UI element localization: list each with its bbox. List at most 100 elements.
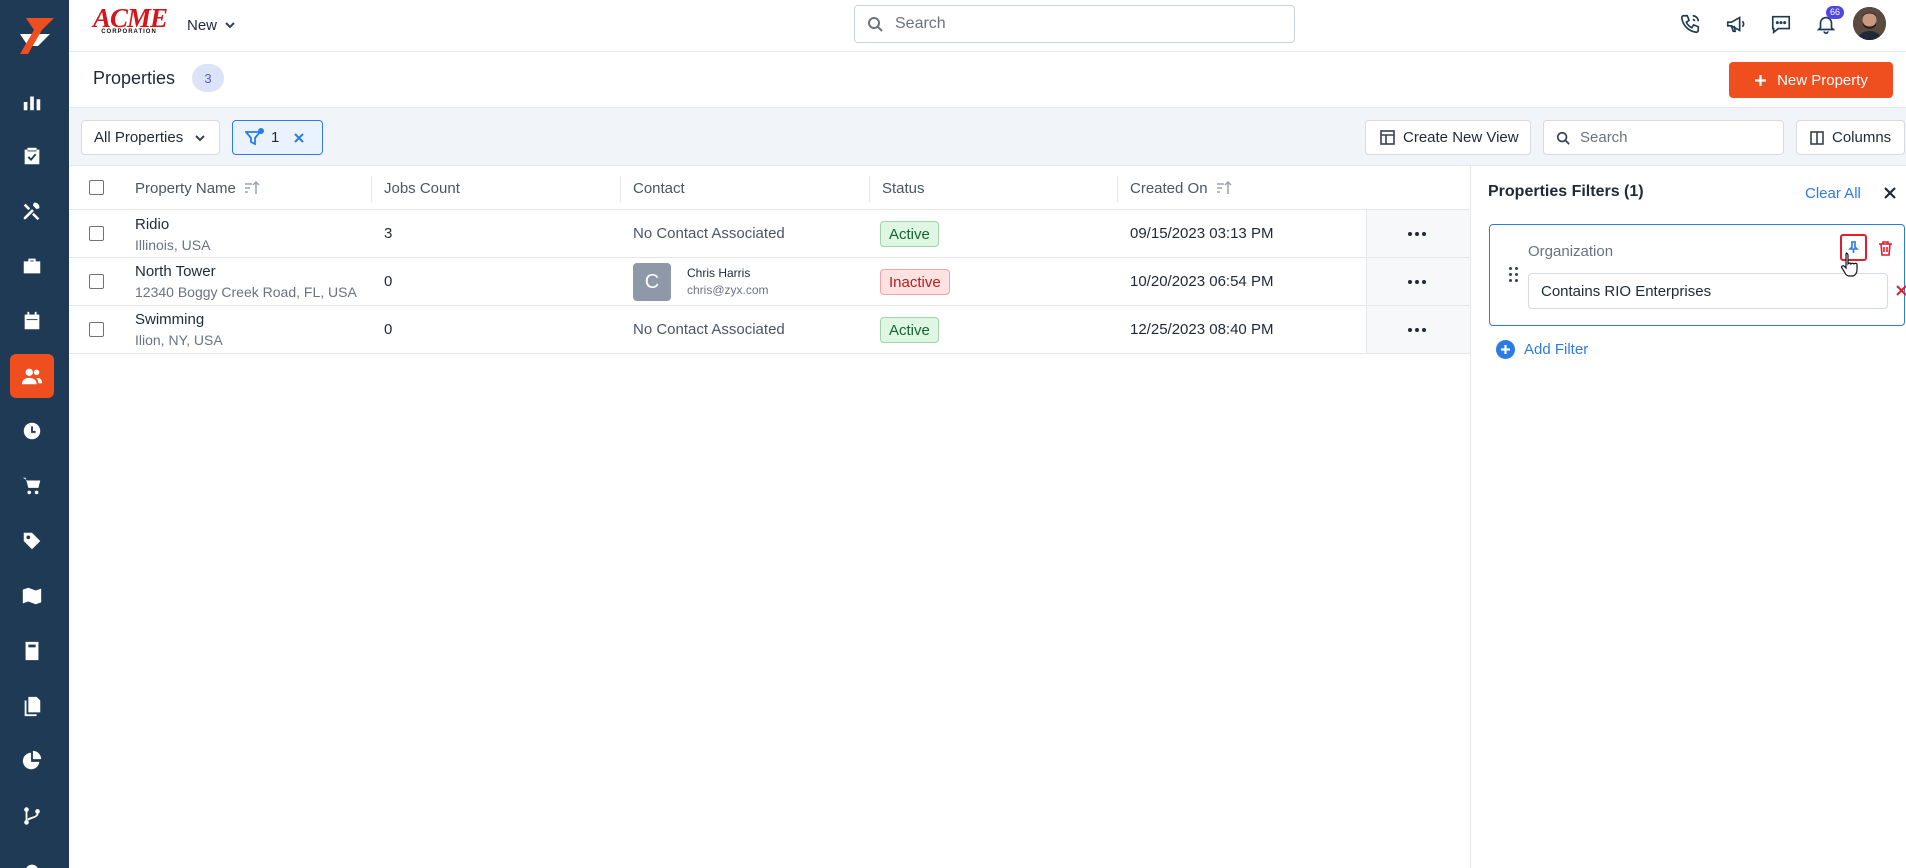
new-property-label: New Property [1777,71,1868,89]
page-title: Properties [93,68,176,88]
pin-filter-button[interactable] [1840,234,1867,261]
global-search-input[interactable] [895,15,1275,33]
create-new-view-label: Create New View [1403,129,1519,146]
table-layout-icon [1380,130,1395,145]
status-badge: Active [880,317,939,343]
columns-button[interactable]: Columns [1796,120,1905,155]
sidebar-item-purchases[interactable] [10,464,54,508]
list-search[interactable] [1543,120,1784,155]
view-select[interactable]: All Properties [81,120,220,155]
view-select-value: All Properties [94,129,184,146]
new-property-button[interactable]: New Property [1729,62,1893,98]
created-on: 10/20/2023 06:54 PM [1130,273,1274,290]
active-filters-chip[interactable]: 1 [232,120,323,155]
sidebar-item-settings[interactable] [10,849,54,868]
phone-button[interactable] [1676,10,1704,38]
row-actions-button[interactable] [1407,227,1427,241]
row-checkbox[interactable] [89,274,104,289]
create-new-view-button[interactable]: Create New View [1365,120,1531,155]
clear-all-filters-link[interactable]: Clear All [1805,185,1861,202]
pie-chart-icon [22,750,42,770]
sidebar-item-map[interactable] [10,574,54,618]
sidebar-item-pricebook[interactable] [10,519,54,563]
filter-value-field[interactable]: Contains RIO Enterprises [1528,273,1906,309]
sidebar-item-analytics[interactable] [10,739,54,783]
column-header-created-on[interactable]: Created On [1130,166,1232,210]
row-actions-button[interactable] [1407,323,1427,337]
columns-icon [1810,130,1824,145]
calendar-icon [24,311,40,330]
page-header: Properties 3 New Property [69,52,1906,107]
row-checkbox[interactable] [89,226,104,241]
filter-field-label: Organization [1528,243,1614,260]
row-checkbox[interactable] [89,322,104,337]
gear-icon [26,864,38,868]
row-actions-button[interactable] [1407,275,1427,289]
sidebar-item-work[interactable] [10,244,54,288]
company-logo[interactable]: ACME CORPORATION [93,5,168,40]
property-address: Ilion, NY, USA [135,332,223,348]
property-name[interactable]: North Tower [135,263,216,280]
column-header-contact[interactable]: Contact [633,166,685,210]
created-on: 12/25/2023 08:40 PM [1130,321,1274,338]
status-badge: Active [880,221,939,247]
close-icon[interactable] [293,132,305,144]
sidebar-item-customers[interactable] [10,354,54,398]
filter-value-text: Contains RIO Enterprises [1541,282,1712,300]
properties-count-badge: 3 [192,64,224,92]
select-all-checkbox[interactable] [89,180,104,195]
sort-icon [1216,180,1232,194]
status-badge: Inactive [880,269,950,295]
close-icon[interactable] [1883,186,1897,200]
app-logo-icon[interactable] [12,14,56,58]
contact-email: chris@zyx.com [687,283,769,297]
sidebar-item-jobs[interactable] [10,134,54,178]
pin-icon [1848,241,1859,253]
sidebar-item-estimates[interactable] [10,629,54,673]
announcements-button[interactable] [1722,10,1750,38]
messages-button[interactable] [1767,10,1795,38]
plus-circle-icon [1496,340,1515,359]
chevron-down-icon [195,134,205,141]
property-name[interactable]: Ridio [135,216,169,233]
global-search[interactable] [854,5,1295,43]
git-branch-icon [24,807,40,825]
user-photo-icon [1853,7,1886,40]
contact-name[interactable]: Chris Harris [687,266,750,280]
top-bar: ACME CORPORATION New 66 [69,0,1906,52]
filters-title: Properties Filters (1) [1488,183,1644,200]
table-header: Property Name Jobs Count Contact Status … [69,166,1470,210]
phone-icon [1680,14,1700,34]
sidebar-item-documents[interactable] [10,684,54,728]
column-header-status[interactable]: Status [882,166,925,210]
new-menu-label: New [187,16,218,34]
sidebar-item-services[interactable] [10,189,54,233]
contact-empty: No Contact Associated [633,225,785,242]
table-row[interactable]: Swimming Ilion, NY, USA 0 No Contact Ass… [69,306,1470,354]
sidebar-item-calendar[interactable] [10,299,54,343]
delete-filter-button[interactable] [1878,240,1893,256]
column-header-property-name[interactable]: Property Name [135,166,260,210]
tools-icon [23,202,40,221]
user-avatar[interactable] [1853,7,1886,40]
sidebar-item-timesheets[interactable] [10,409,54,453]
sidebar-item-reports[interactable] [10,80,54,124]
filter-card: Organization Contains RIO Enterprises [1489,224,1906,326]
close-icon[interactable] [1895,284,1906,297]
table-row[interactable]: North Tower 12340 Boggy Creek Road, FL, … [69,258,1470,306]
notifications-button[interactable]: 66 [1812,6,1845,38]
table-row[interactable]: Ridio Illinois, USA 3 No Contact Associa… [69,210,1470,258]
contact-avatar: C [633,263,671,301]
column-header-jobs-count[interactable]: Jobs Count [384,166,460,210]
jobs-count: 0 [384,273,393,290]
drag-handle-icon[interactable] [1509,267,1519,283]
calculator-icon [25,641,39,661]
add-filter-button[interactable]: Add Filter [1496,340,1588,359]
list-search-input[interactable] [1580,129,1770,146]
property-name[interactable]: Swimming [135,311,204,328]
trash-icon [1879,241,1892,256]
filters-panel: Properties Filters (1) Clear All Organiz… [1470,166,1906,868]
sidebar-item-workflows[interactable] [10,794,54,838]
jobs-count: 3 [384,225,393,242]
new-menu-button[interactable]: New [187,14,235,36]
